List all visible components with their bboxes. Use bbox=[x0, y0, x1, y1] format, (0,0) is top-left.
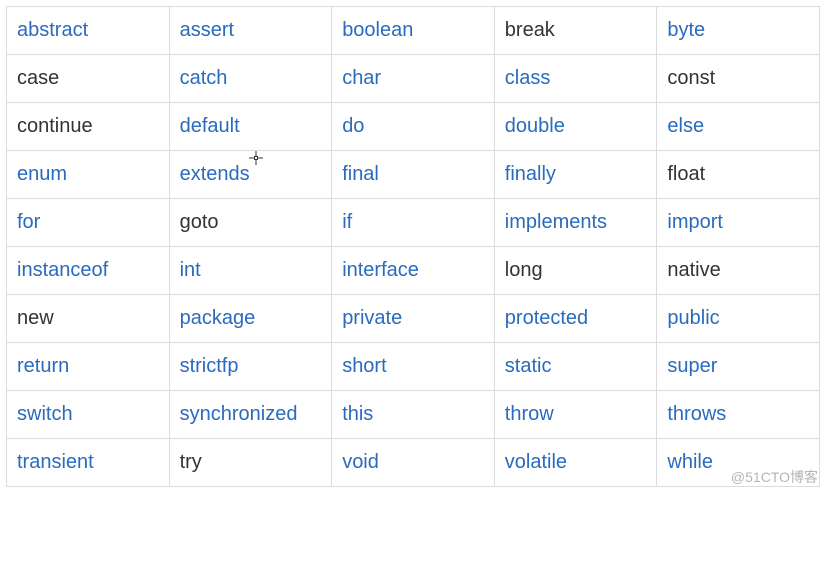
keyword-cell[interactable]: super bbox=[657, 343, 820, 391]
table-row: continuedefaultdodoubleelse bbox=[7, 103, 820, 151]
keyword-cell[interactable]: default bbox=[169, 103, 332, 151]
keyword-cell: const bbox=[657, 55, 820, 103]
keyword-cell[interactable]: this bbox=[332, 391, 495, 439]
keyword-cell[interactable]: package bbox=[169, 295, 332, 343]
keyword-cell[interactable]: short bbox=[332, 343, 495, 391]
keyword-cell[interactable]: protected bbox=[494, 295, 657, 343]
keyword-cell[interactable]: implements bbox=[494, 199, 657, 247]
table-row: forgotoifimplementsimport bbox=[7, 199, 820, 247]
table-row: abstractassertbooleanbreakbyte bbox=[7, 7, 820, 55]
table-row: instanceofintinterfacelongnative bbox=[7, 247, 820, 295]
keyword-cell[interactable]: synchronized bbox=[169, 391, 332, 439]
keyword-cell: break bbox=[494, 7, 657, 55]
keyword-cell: case bbox=[7, 55, 170, 103]
keyword-cell: new bbox=[7, 295, 170, 343]
keyword-cell[interactable]: extends bbox=[169, 151, 332, 199]
keyword-cell[interactable]: transient bbox=[7, 439, 170, 487]
keyword-cell[interactable]: boolean bbox=[332, 7, 495, 55]
keyword-cell[interactable]: catch bbox=[169, 55, 332, 103]
keyword-cell[interactable]: throw bbox=[494, 391, 657, 439]
keyword-cell[interactable]: switch bbox=[7, 391, 170, 439]
keyword-cell[interactable]: strictfp bbox=[169, 343, 332, 391]
table-row: switchsynchronizedthisthrowthrows bbox=[7, 391, 820, 439]
keyword-cell[interactable]: abstract bbox=[7, 7, 170, 55]
keyword-cell[interactable]: assert bbox=[169, 7, 332, 55]
keyword-cell: continue bbox=[7, 103, 170, 151]
table-row: casecatchcharclassconst bbox=[7, 55, 820, 103]
keyword-cell[interactable]: else bbox=[657, 103, 820, 151]
keyword-cell[interactable]: volatile bbox=[494, 439, 657, 487]
keyword-cell[interactable]: final bbox=[332, 151, 495, 199]
table-row: returnstrictfpshortstaticsuper bbox=[7, 343, 820, 391]
keyword-cell[interactable]: public bbox=[657, 295, 820, 343]
keyword-cell[interactable]: if bbox=[332, 199, 495, 247]
keyword-cell[interactable]: finally bbox=[494, 151, 657, 199]
keyword-cell[interactable]: instanceof bbox=[7, 247, 170, 295]
keyword-cell[interactable]: throws bbox=[657, 391, 820, 439]
keyword-cell: long bbox=[494, 247, 657, 295]
keyword-cell: try bbox=[169, 439, 332, 487]
keyword-cell[interactable]: char bbox=[332, 55, 495, 103]
keyword-cell[interactable]: for bbox=[7, 199, 170, 247]
java-keywords-table: abstractassertbooleanbreakbytecasecatchc… bbox=[6, 6, 820, 487]
keyword-cell: float bbox=[657, 151, 820, 199]
keyword-cell[interactable]: private bbox=[332, 295, 495, 343]
keyword-cell[interactable]: enum bbox=[7, 151, 170, 199]
keyword-cell[interactable]: byte bbox=[657, 7, 820, 55]
keyword-cell[interactable]: interface bbox=[332, 247, 495, 295]
keyword-cell[interactable]: while bbox=[657, 439, 820, 487]
table-row: transienttryvoidvolatilewhile bbox=[7, 439, 820, 487]
keyword-cell: native bbox=[657, 247, 820, 295]
keyword-cell[interactable]: do bbox=[332, 103, 495, 151]
table-row: newpackageprivateprotectedpublic bbox=[7, 295, 820, 343]
keyword-cell[interactable]: import bbox=[657, 199, 820, 247]
keyword-cell[interactable]: double bbox=[494, 103, 657, 151]
keyword-cell[interactable]: int bbox=[169, 247, 332, 295]
table-row: enumextendsfinalfinallyfloat bbox=[7, 151, 820, 199]
keyword-cell[interactable]: void bbox=[332, 439, 495, 487]
keyword-cell[interactable]: class bbox=[494, 55, 657, 103]
keyword-cell[interactable]: static bbox=[494, 343, 657, 391]
keyword-cell: goto bbox=[169, 199, 332, 247]
keyword-cell[interactable]: return bbox=[7, 343, 170, 391]
